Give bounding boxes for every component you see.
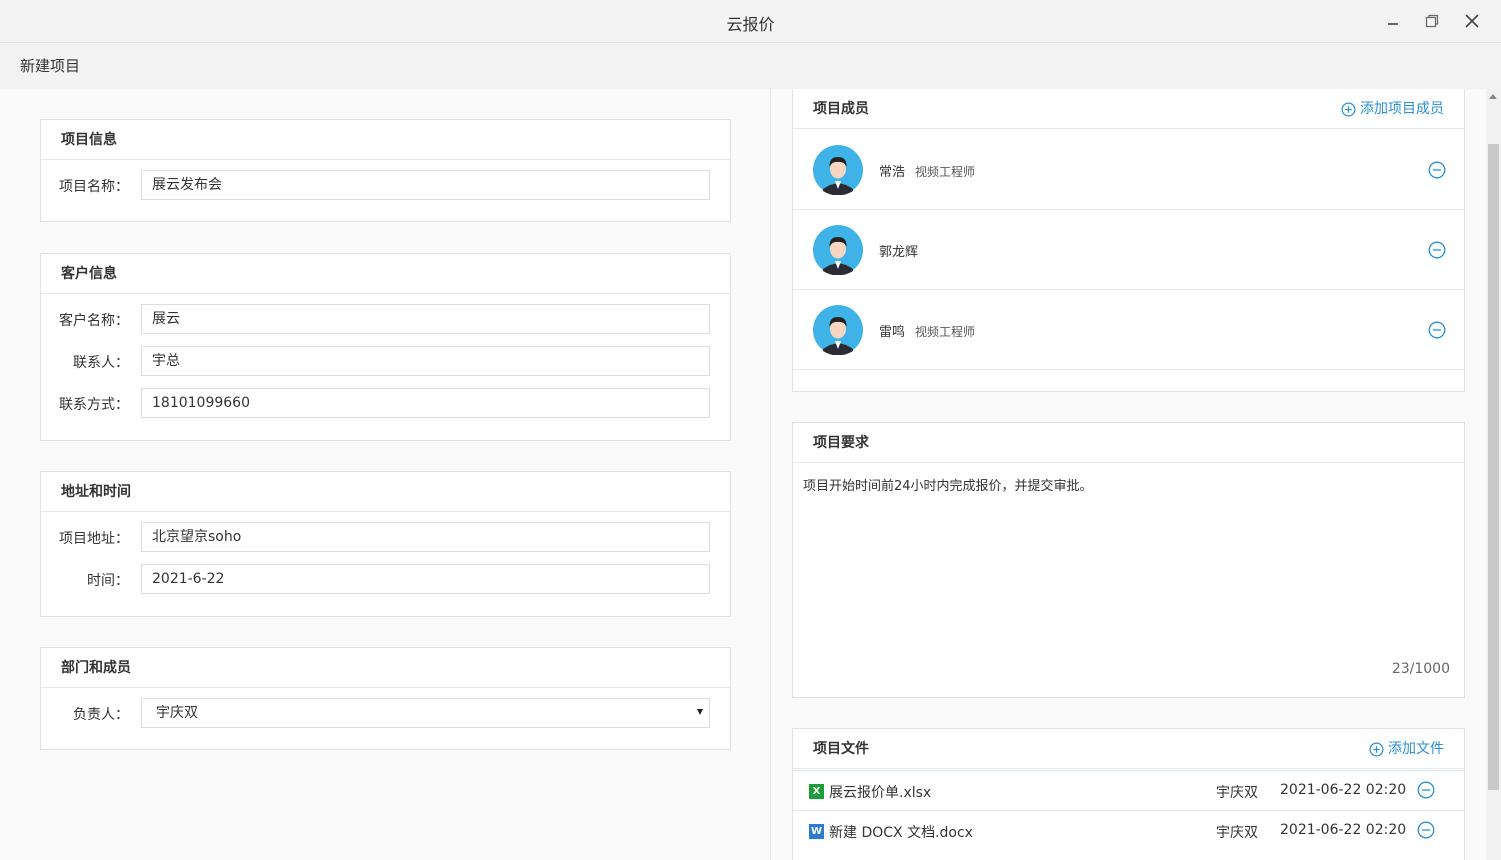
address-label: 项目地址： xyxy=(59,531,129,547)
member-name: 雷鸣 xyxy=(879,325,906,340)
member-name: 常浩 xyxy=(879,165,906,180)
department-header: 部门和成员 xyxy=(41,648,730,688)
requirements-card: 项目要求 项目开始时间前24小时内完成报价，并提交审批。 23/1000 xyxy=(792,422,1465,698)
members-title: 项目成员 xyxy=(813,101,869,117)
member-name-block: 郭龙辉 xyxy=(879,241,928,260)
character-count: 23/1000 xyxy=(1391,661,1450,677)
files-title: 项目文件 xyxy=(813,741,869,757)
add-file-button[interactable]: 添加文件 xyxy=(1369,729,1444,769)
member-role: 视频工程师 xyxy=(915,325,976,339)
avatar xyxy=(813,145,863,195)
owner-select[interactable]: 宇庆双 xyxy=(141,698,710,728)
title-bar: 云报价 xyxy=(0,0,1501,43)
minimize-icon xyxy=(1388,23,1398,25)
file-time: 2021-06-22 02:20 xyxy=(1280,822,1407,838)
requirements-textarea[interactable]: 项目开始时间前24小时内完成报价，并提交审批。 xyxy=(803,475,1093,494)
file-owner: 宇庆双 xyxy=(1216,825,1258,841)
owner-select-value: 宇庆双 xyxy=(156,705,198,721)
address-input[interactable]: 北京望京soho xyxy=(141,522,710,552)
file-name[interactable]: 展云报价单.xlsx xyxy=(829,782,931,802)
minimize-button[interactable] xyxy=(1382,10,1404,32)
dropdown-arrow-icon xyxy=(697,709,703,715)
add-member-button[interactable]: 添加项目成员 xyxy=(1341,89,1444,129)
member-name-block: 雷鸣 视频工程师 xyxy=(879,321,975,340)
owner-row: 负责人： 宇庆双 xyxy=(41,698,730,728)
time-label: 时间： xyxy=(87,573,129,589)
add-file-label: 添加文件 xyxy=(1388,741,1444,757)
avatar xyxy=(813,305,863,355)
close-button[interactable] xyxy=(1461,10,1483,32)
add-circle-icon xyxy=(1369,742,1384,756)
files-card: 项目文件 添加文件 X 展云报价单.xlsx 宇庆双 2021-06-22 02… xyxy=(792,728,1465,860)
avatar xyxy=(813,225,863,275)
scrollbar-thumb[interactable] xyxy=(1488,144,1499,790)
file-name[interactable]: 新建 DOCX 文档.docx xyxy=(829,822,973,842)
members-card: 项目成员 添加项目成员 常浩 视频工程师 郭龙辉 雷鸣 视频工程师 xyxy=(792,89,1465,392)
time-row: 时间： 2021-6-22 xyxy=(41,564,730,594)
left-pane: 项目信息 项目名称： 展云发布会 客户信息 客户名称： 展云 联系人： 宇总 联… xyxy=(0,89,771,860)
window-title: 云报价 xyxy=(726,15,775,34)
remove-member-icon[interactable] xyxy=(1428,321,1446,339)
customer-info-card: 客户信息 客户名称： 展云 联系人： 宇总 联系方式： 18101099660 xyxy=(40,253,731,441)
restore-button[interactable] xyxy=(1421,10,1443,32)
contact-row: 联系人： 宇总 xyxy=(41,346,730,376)
remove-member-icon[interactable] xyxy=(1428,161,1446,179)
members-header: 项目成员 添加项目成员 xyxy=(793,89,1464,129)
member-role: 视频工程师 xyxy=(915,165,976,179)
files-header: 项目文件 添加文件 xyxy=(793,729,1464,769)
file-time: 2021-06-22 02:20 xyxy=(1280,782,1407,798)
member-item: 常浩 视频工程师 xyxy=(793,130,1464,210)
project-info-card: 项目信息 项目名称： 展云发布会 xyxy=(40,119,731,222)
contact-input[interactable]: 宇总 xyxy=(141,346,710,376)
phone-row: 联系方式： 18101099660 xyxy=(41,388,730,418)
customer-name-input[interactable]: 展云 xyxy=(141,304,710,334)
remove-file-icon[interactable] xyxy=(1417,821,1435,839)
time-input[interactable]: 2021-6-22 xyxy=(141,564,710,594)
phone-label: 联系方式： xyxy=(59,397,129,413)
page-title: 新建项目 xyxy=(20,57,81,75)
file-row[interactable]: X 展云报价单.xlsx 宇庆双 2021-06-22 02:20 xyxy=(793,770,1464,810)
department-card: 部门和成员 负责人： 宇庆双 xyxy=(40,647,731,750)
address-time-card: 地址和时间 项目地址： 北京望京soho 时间： 2021-6-22 xyxy=(40,471,731,617)
project-name-label: 项目名称： xyxy=(59,179,129,195)
member-item: 郭龙辉 xyxy=(793,210,1464,290)
customer-info-header: 客户信息 xyxy=(41,254,730,294)
sub-header: 新建项目 xyxy=(0,43,1501,89)
requirements-header: 项目要求 xyxy=(793,423,1464,463)
close-icon xyxy=(1465,14,1479,28)
vertical-scrollbar[interactable] xyxy=(1486,89,1501,860)
phone-input[interactable]: 18101099660 xyxy=(141,388,710,418)
member-name: 郭龙辉 xyxy=(879,245,919,260)
project-info-header: 项目信息 xyxy=(41,120,730,160)
address-row: 项目地址： 北京望京soho xyxy=(41,522,730,552)
right-pane: 项目成员 添加项目成员 常浩 视频工程师 郭龙辉 雷鸣 视频工程师 项目要求 项… xyxy=(772,89,1486,860)
add-circle-icon xyxy=(1341,102,1356,116)
remove-file-icon[interactable] xyxy=(1417,781,1435,799)
customer-name-label: 客户名称： xyxy=(59,313,129,329)
restore-icon xyxy=(1425,14,1439,28)
member-name-block: 常浩 视频工程师 xyxy=(879,161,975,180)
excel-icon: X xyxy=(809,784,824,799)
member-item: 雷鸣 视频工程师 xyxy=(793,290,1464,370)
project-name-input[interactable]: 展云发布会 xyxy=(141,170,710,200)
scroll-up-icon[interactable] xyxy=(1489,94,1497,99)
project-name-row: 项目名称： 展云发布会 xyxy=(41,170,730,200)
contact-label: 联系人： xyxy=(73,355,129,371)
word-icon: W xyxy=(809,824,824,839)
remove-member-icon[interactable] xyxy=(1428,241,1446,259)
add-member-label: 添加项目成员 xyxy=(1360,101,1444,117)
customer-name-row: 客户名称： 展云 xyxy=(41,304,730,334)
address-time-header: 地址和时间 xyxy=(41,472,730,512)
file-row[interactable]: W 新建 DOCX 文档.docx 宇庆双 2021-06-22 02:20 xyxy=(793,810,1464,850)
file-owner: 宇庆双 xyxy=(1216,785,1258,801)
owner-label: 负责人： xyxy=(73,707,129,723)
